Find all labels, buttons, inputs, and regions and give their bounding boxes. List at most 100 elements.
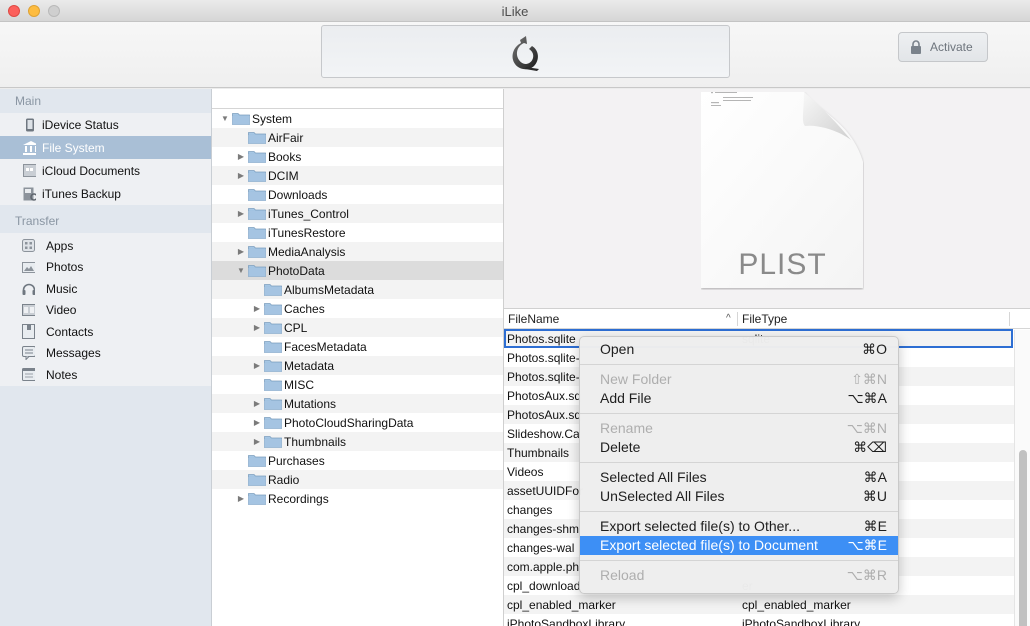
- table-row[interactable]: cpl_enabled_marker cpl_enabled_marker: [504, 595, 1030, 614]
- disclosure-closed-icon[interactable]: ▶: [252, 304, 262, 314]
- tree-item[interactable]: ▶ PhotoCloudSharingData: [212, 413, 503, 432]
- tree-item[interactable]: ▼ PhotoData: [212, 261, 503, 280]
- menu-item-label: Rename: [600, 420, 653, 436]
- tree-item[interactable]: ▶ Books: [212, 147, 503, 166]
- window-title: iLike: [501, 4, 529, 19]
- sidebar-item-music[interactable]: Music: [0, 278, 211, 300]
- tree-item[interactable]: ▶ iTunes_Control: [212, 204, 503, 223]
- menu-item-shortcut: ⌥⌘N: [846, 420, 887, 436]
- sidebar-item-file-system[interactable]: File System: [0, 136, 211, 159]
- disclosure-closed-icon[interactable]: ▶: [236, 171, 246, 181]
- column-header-filename[interactable]: FileName: [508, 312, 559, 326]
- ilike-logo-icon: [512, 36, 539, 71]
- tree-item-label: System: [252, 111, 293, 126]
- activate-button[interactable]: Activate: [898, 32, 988, 62]
- preview-pane: PLIST: [504, 89, 1030, 309]
- tree-item[interactable]: Purchases: [212, 451, 503, 470]
- menu-separator: [580, 555, 898, 566]
- tree-item[interactable]: ▶ CPL: [212, 318, 503, 337]
- tree-item[interactable]: ▶ Mutations: [212, 394, 503, 413]
- menu-item-export-selected-file-s-to-other[interactable]: Export selected file(s) to Other... ⌘E: [580, 517, 898, 536]
- photos-icon: [22, 261, 35, 274]
- folder-icon: [248, 454, 266, 467]
- sidebar-item-video[interactable]: Video: [0, 300, 211, 322]
- sidebar-item-label: Apps: [46, 238, 74, 253]
- menu-item-label: Export selected file(s) to Other...: [600, 518, 800, 534]
- tree-item-label: iTunesRestore: [268, 225, 346, 240]
- menu-item-unselected-all-files[interactable]: UnSelected All Files ⌘U: [580, 487, 898, 506]
- sidebar-item-contacts[interactable]: Contacts: [0, 321, 211, 343]
- sidebar-item-apps[interactable]: Apps: [0, 235, 211, 257]
- sidebar-item-label: iCloud Documents: [42, 163, 141, 178]
- menu-item-label: New Folder: [600, 371, 672, 387]
- sidebar-item-itunes-backup[interactable]: iTunes Backup: [0, 182, 211, 205]
- sidebar-item-label: iTunes Backup: [42, 186, 121, 201]
- contacts-icon: [22, 324, 35, 340]
- menu-item-reload[interactable]: Reload ⌥⌘R: [580, 566, 898, 585]
- vertical-scrollbar[interactable]: [1014, 330, 1030, 626]
- tree-item[interactable]: FacesMetadata: [212, 337, 503, 356]
- file-name-cell: com.apple.ph: [507, 560, 580, 574]
- folder-tree: ▼ System AirFair ▶ Books ▶ DCIM Downloads ▶ iTune…: [212, 89, 504, 626]
- menu-item-shortcut: ⌘A: [863, 469, 887, 485]
- menu-item-delete[interactable]: Delete ⌘⌫: [580, 438, 898, 457]
- menu-item-open[interactable]: Open ⌘O: [580, 340, 898, 359]
- menu-item-new-folder[interactable]: New Folder ⇧⌘N: [580, 370, 898, 389]
- tree-item[interactable]: ▶ MediaAnalysis: [212, 242, 503, 261]
- logo-panel: [321, 25, 730, 78]
- disclosure-closed-icon[interactable]: ▶: [236, 247, 246, 257]
- tree-body: ▼ System AirFair ▶ Books ▶ DCIM Downloads ▶ iTune…: [212, 109, 503, 508]
- tree-item-label: FacesMetadata: [284, 339, 367, 354]
- file-name-cell: Photos.sqlite: [507, 332, 576, 346]
- disclosure-open-icon[interactable]: ▼: [236, 266, 246, 276]
- disclosure-closed-icon[interactable]: ▶: [252, 418, 262, 428]
- table-row[interactable]: iPhotoSandboxLibrary iPhotoSandboxLibrary: [504, 614, 1030, 626]
- disclosure-closed-icon[interactable]: ▶: [236, 209, 246, 219]
- menu-item-rename[interactable]: Rename ⌥⌘N: [580, 419, 898, 438]
- tree-item-label: Radio: [268, 472, 300, 487]
- scrollbar-thumb[interactable]: [1019, 450, 1027, 626]
- tree-item[interactable]: AlbumsMetadata: [212, 280, 503, 299]
- menu-item-export-selected-file-s-to-document[interactable]: Export selected file(s) to Document ⌥⌘E: [580, 536, 898, 555]
- sort-ascending-icon[interactable]: ^: [726, 313, 731, 324]
- tree-item[interactable]: ▶ DCIM: [212, 166, 503, 185]
- sidebar-item-idevice-status[interactable]: iDevice Status: [0, 113, 211, 136]
- disclosure-closed-icon[interactable]: ▶: [252, 437, 262, 447]
- menu-item-label: Open: [600, 341, 635, 357]
- sidebar-item-photos[interactable]: Photos: [0, 257, 211, 279]
- disclosure-closed-icon[interactable]: ▶: [236, 494, 246, 504]
- disclosure-closed-icon[interactable]: ▶: [252, 399, 262, 409]
- tree-item[interactable]: MISC: [212, 375, 503, 394]
- disclosure-open-icon[interactable]: ▼: [220, 114, 230, 124]
- tree-item[interactable]: ▶ Recordings: [212, 489, 503, 508]
- menu-item-shortcut: ⌘U: [862, 488, 887, 504]
- tree-item[interactable]: ▼ System: [212, 109, 503, 128]
- sidebar-item-notes[interactable]: Notes: [0, 364, 211, 386]
- tree-item-label: Thumbnails: [284, 434, 347, 449]
- context-menu: Open ⌘O New Folder ⇧⌘N Add File ⌥⌘A Rename ⌥⌘N D…: [579, 336, 899, 594]
- disclosure-closed-icon[interactable]: ▶: [252, 323, 262, 333]
- tree-item[interactable]: ▶ Thumbnails: [212, 432, 503, 451]
- tree-item[interactable]: iTunesRestore: [212, 223, 503, 242]
- tree-item-label: Downloads: [268, 187, 328, 202]
- tree-item[interactable]: AirFair: [212, 128, 503, 147]
- tree-item[interactable]: Radio: [212, 470, 503, 489]
- sidebar-section-main: Main: [0, 89, 211, 113]
- tree-item[interactable]: ▶ Metadata: [212, 356, 503, 375]
- tree-item-label: MISC: [284, 377, 314, 392]
- column-header-filetype[interactable]: FileType: [742, 312, 787, 326]
- sidebar-item-icloud-documents[interactable]: iCloud Documents: [0, 159, 211, 182]
- menu-item-add-file[interactable]: Add File ⌥⌘A: [580, 389, 898, 408]
- menu-item-selected-all-files[interactable]: Selected All Files ⌘A: [580, 468, 898, 487]
- sidebar-item-messages[interactable]: Messages: [0, 343, 211, 365]
- title-bar: iLike: [0, 0, 1030, 22]
- tree-item[interactable]: ▶ Caches: [212, 299, 503, 318]
- menu-item-shortcut: ⌥⌘E: [847, 537, 887, 553]
- tree-item-label: iTunes_Control: [268, 206, 349, 221]
- file-name-cell: PhotosAux.sq: [507, 389, 582, 403]
- disclosure-closed-icon[interactable]: ▶: [252, 361, 262, 371]
- tree-item-label: CPL: [284, 320, 308, 335]
- disclosure-closed-icon[interactable]: ▶: [236, 152, 246, 162]
- folder-icon: [248, 492, 266, 505]
- tree-item[interactable]: Downloads: [212, 185, 503, 204]
